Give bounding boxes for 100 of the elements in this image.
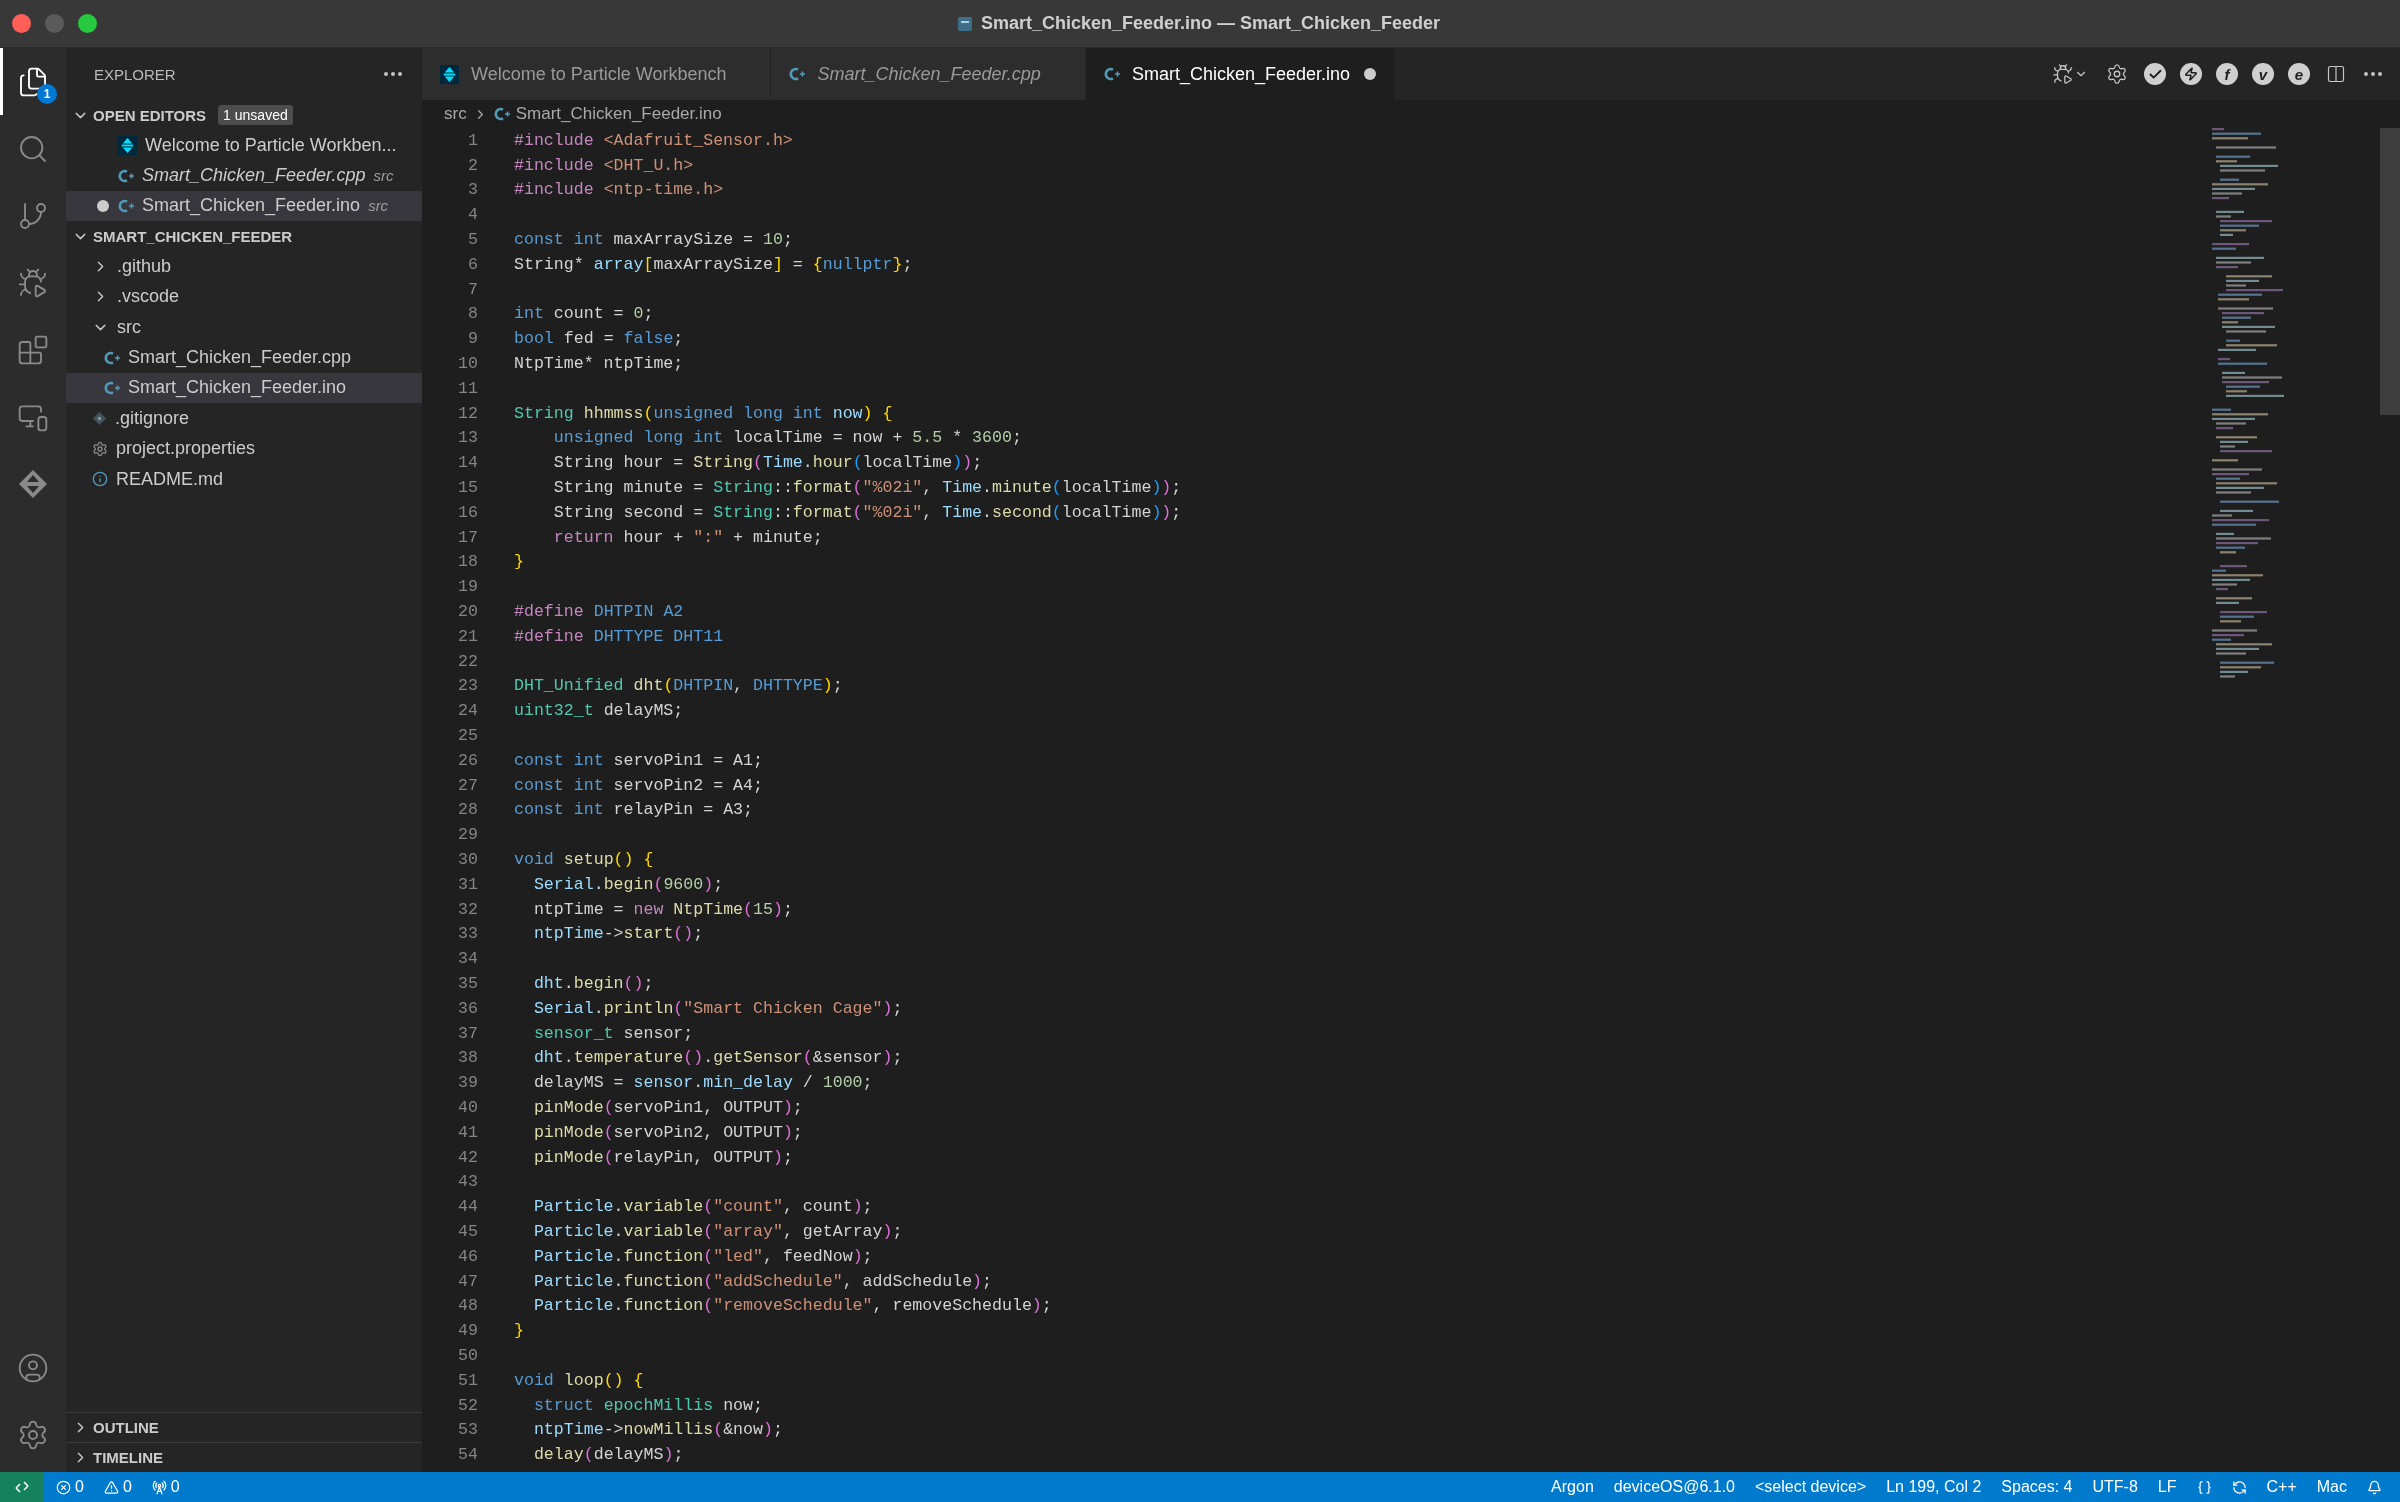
code-line: unsigned long int localTime = now + 5.5 * 3600;: [552, 428, 1022, 448]
line-number: 41: [457, 1122, 478, 1142]
status-item[interactable]: Argon: [1543, 1472, 1602, 1502]
file-name: README.md: [116, 468, 223, 490]
open-editor-item[interactable]: Smart_Chicken_Feeder.cpp src: [66, 160, 422, 191]
code-line: pinMode(servoPin1, OUTPUT);: [532, 1097, 803, 1117]
scrollbar-thumb[interactable]: [2380, 128, 2400, 415]
errors-indicator[interactable]: 0: [48, 1472, 92, 1502]
line-number: 4: [467, 205, 478, 225]
letter-button[interactable]: v: [2252, 63, 2274, 85]
section-header[interactable]: OPEN EDITORS 1 unsaved: [66, 100, 422, 130]
tree-item[interactable]: .gitignore: [66, 403, 422, 434]
section-header[interactable]: OUTLINE: [66, 1412, 422, 1442]
code-line: String second = String::format("%02i", Time.second(localTime));: [552, 502, 1182, 522]
line-number: 43: [457, 1172, 478, 1192]
editor-tab[interactable]: Smart_Chicken_Feeder.cpp: [771, 48, 1086, 100]
line-number: 21: [457, 626, 478, 646]
more-button[interactable]: [382, 70, 404, 78]
remote-button[interactable]: [0, 1472, 44, 1502]
line-number: 13: [457, 428, 478, 448]
section-header[interactable]: SMART_CHICKEN_FEEDER: [66, 221, 422, 252]
status-item[interactable]: UTF-8: [2084, 1472, 2146, 1502]
bell-icon: [2367, 1479, 2382, 1495]
code-line: ntpTime = new NtpTime(15);: [532, 899, 793, 919]
status-item[interactable]: LF: [2149, 1472, 2185, 1502]
code-line: #define DHTPIN A2: [514, 602, 684, 622]
code-line: return hour + ":" + minute;: [552, 527, 823, 547]
line-number: 40: [457, 1097, 478, 1117]
line-number: 16: [457, 502, 478, 522]
code-line: void loop() {: [514, 1370, 644, 1390]
breadcrumb-item[interactable]: Smart_Chicken_Feeder.ino: [515, 104, 722, 124]
more-button[interactable]: [2362, 70, 2384, 78]
letter-button[interactable]: f: [2216, 63, 2238, 85]
status-item[interactable]: <select device>: [1747, 1472, 1875, 1502]
line-number: 25: [457, 726, 478, 745]
folder-hint: src: [373, 167, 394, 185]
status-item[interactable]: Spaces: 4: [1993, 1472, 2081, 1502]
line-number: 45: [457, 1221, 478, 1241]
window-title: Smart_Chicken_Feeder.ino — Smart_Chicken_Feeder: [980, 13, 1441, 34]
remote-icon: [14, 1479, 30, 1495]
code-line: bool fed = false;: [514, 329, 684, 349]
account-icon: [17, 1351, 49, 1384]
code-line: Particle.variable("count", count);: [532, 1197, 873, 1217]
line-number: 44: [457, 1197, 478, 1217]
line-number: 35: [457, 974, 478, 993]
open-editor-item[interactable]: Smart_Chicken_Feeder.ino src: [66, 190, 422, 222]
line-number: 8: [467, 304, 478, 324]
code-line: #define DHTTYPE DHT11: [514, 626, 724, 646]
status-item[interactable]: C++: [2258, 1472, 2305, 1502]
tree-item[interactable]: .vscode: [66, 281, 422, 312]
file-icon: [956, 15, 973, 32]
ports-count: 0: [170, 1478, 180, 1496]
bug-play-icon: [2052, 63, 2074, 85]
tree-item[interactable]: Smart_Chicken_Feeder.cpp: [66, 342, 422, 373]
code-line: delayMS = sensor.min_delay / 1000;: [532, 1073, 873, 1093]
settings-icon: [17, 1418, 49, 1451]
bug-play-icon: [17, 266, 49, 299]
ports-indicator[interactable]: 0: [143, 1472, 188, 1502]
code-line: dht.temperature().getSensor(&sensor);: [532, 1048, 903, 1068]
line-number: 47: [457, 1271, 478, 1291]
warnings-indicator[interactable]: 0: [95, 1472, 140, 1502]
status-item[interactable]: Mac: [2308, 1472, 2355, 1502]
tree-item[interactable]: src: [66, 311, 422, 343]
settings-icon: [2106, 63, 2128, 85]
tree-item[interactable]: README.md: [66, 463, 422, 495]
status-item[interactable]: Ln 199, Col 2: [1878, 1472, 1990, 1502]
check-button[interactable]: [2144, 63, 2166, 85]
blocks-icon: [17, 333, 49, 366]
tree-item[interactable]: Smart_Chicken_Feeder.ino: [66, 372, 422, 404]
zoom-window-button[interactable]: [78, 14, 97, 33]
status-item[interactable]: deviceOS@6.1.0: [1605, 1472, 1743, 1502]
tree-item[interactable]: .github: [66, 251, 422, 282]
split-icon: [2326, 64, 2346, 84]
line-number: 2: [467, 155, 478, 175]
editor-tab[interactable]: Welcome to Particle Workbench: [422, 48, 772, 100]
line-number: 23: [457, 676, 478, 696]
breadcrumb-item[interactable]: src: [444, 104, 467, 124]
letter-button[interactable]: e: [2288, 63, 2310, 85]
lightning-icon: [2184, 67, 2198, 81]
editor-tab[interactable]: Smart_Chicken_Feeder.ino: [1085, 48, 1395, 100]
tree-item[interactable]: project.properties: [66, 433, 422, 464]
flash-button[interactable]: [2180, 63, 2202, 85]
line-number: 26: [457, 750, 478, 770]
line-number: 12: [457, 403, 478, 423]
line-number: 32: [457, 899, 478, 919]
line-number: 50: [457, 1345, 478, 1365]
info-icon: [92, 471, 108, 488]
open-editor-item[interactable]: Welcome to Particle Workben...: [66, 130, 422, 161]
line-number: 10: [457, 354, 478, 374]
code-line: String* array[maxArraySize] = {nullptr};: [514, 254, 913, 274]
broadcast-icon: [151, 1479, 167, 1495]
diamond-arrows-icon: [18, 468, 48, 499]
file-name: Welcome to Particle Workben...: [145, 134, 397, 156]
line-number: 46: [457, 1246, 478, 1266]
gear-icon: [92, 440, 108, 457]
code-line: ntpTime->nowMillis(&now);: [532, 1420, 783, 1440]
close-window-button[interactable]: [12, 14, 31, 33]
line-number: 1: [467, 130, 478, 150]
code-line: }: [514, 1321, 524, 1341]
line-number: 7: [467, 279, 478, 299]
